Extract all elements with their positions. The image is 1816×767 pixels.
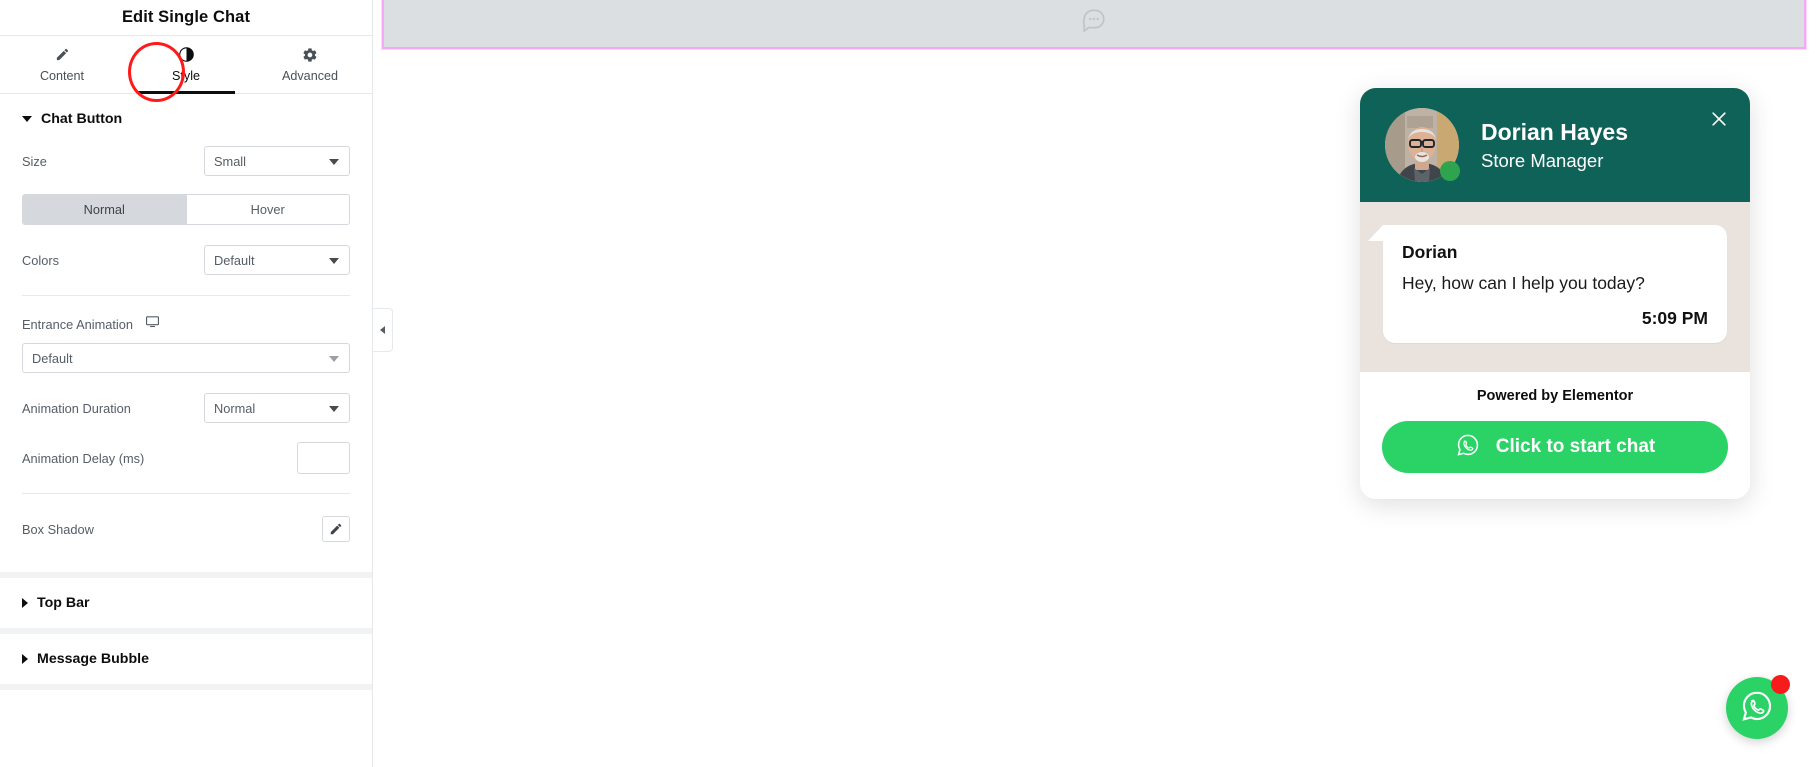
editor-canvas: Dorian Hayes Store Manager Dorian Hey, h…	[373, 0, 1816, 767]
panel-body: Chat Button Size Small Normal Hover Colo…	[0, 94, 372, 767]
chat-widget-header: Dorian Hayes Store Manager	[1360, 88, 1750, 202]
animation-duration-select[interactable]: Normal	[204, 393, 350, 423]
animation-delay-label: Animation Delay (ms)	[22, 450, 145, 466]
box-shadow-label: Box Shadow	[22, 521, 94, 537]
close-icon[interactable]	[1708, 108, 1730, 130]
section-message-bubble: Message Bubble	[0, 634, 372, 690]
chat-widget: Dorian Hayes Store Manager Dorian Hey, h…	[1360, 88, 1750, 500]
start-chat-button[interactable]: Click to start chat	[1382, 421, 1728, 474]
entrance-animation-label: Entrance Animation	[22, 316, 133, 332]
chat-messages: Dorian Hey, how can I help you today? 5:…	[1360, 202, 1750, 373]
state-normal-button[interactable]: Normal	[23, 195, 186, 224]
online-status-indicator	[1440, 161, 1460, 181]
powered-by-label: Powered by Elementor	[1476, 388, 1634, 405]
chat-bubble-dots-icon	[1081, 6, 1107, 37]
tab-content[interactable]: Content	[0, 36, 124, 93]
chevron-down-icon	[329, 258, 339, 264]
section-chat-button-title: Chat Button	[41, 111, 123, 127]
gear-icon	[302, 46, 318, 63]
tab-advanced-label: Advanced	[281, 69, 338, 84]
colors-select[interactable]: Default	[204, 245, 350, 275]
section-chat-button: Chat Button Size Small Normal Hover Colo…	[0, 94, 372, 578]
desktop-icon[interactable]	[145, 314, 160, 334]
page-title: Edit Single Chat	[121, 8, 251, 26]
contact-role: Store Manager	[1481, 149, 1604, 171]
panel-header: Edit Single Chat	[0, 0, 372, 36]
chevron-left-icon	[380, 326, 385, 334]
message-time: 5:09 PM	[1641, 308, 1708, 329]
section-chat-button-content: Size Small Normal Hover Colors Default E…	[0, 144, 372, 572]
panel-tabs: Content Style Advanced	[0, 36, 372, 94]
control-animation-duration: Animation Duration Normal	[22, 391, 350, 425]
message-bubble: Dorian Hey, how can I help you today? 5:…	[1368, 225, 1727, 344]
colors-value: Default	[214, 252, 255, 268]
animation-duration-label: Animation Duration	[22, 400, 131, 416]
animation-duration-value: Normal	[214, 400, 256, 416]
chevron-down-icon	[329, 406, 339, 412]
divider	[22, 493, 350, 494]
section-top-bar: Top Bar	[0, 578, 372, 634]
control-box-shadow: Box Shadow	[22, 512, 350, 546]
section-message-bubble-header[interactable]: Message Bubble	[0, 634, 372, 684]
tab-advanced[interactable]: Advanced	[248, 36, 372, 93]
notification-badge	[1771, 675, 1790, 694]
chevron-down-icon	[329, 356, 339, 362]
box-shadow-edit-button[interactable]	[322, 516, 350, 542]
size-select[interactable]: Small	[204, 146, 350, 176]
panel-collapse-handle[interactable]	[373, 308, 393, 352]
whatsapp-icon	[1455, 432, 1481, 463]
contrast-icon	[178, 46, 195, 63]
control-size: Size Small	[22, 144, 350, 178]
contact-info: Dorian Hayes Store Manager	[1481, 120, 1628, 171]
message-text: Hey, how can I help you today?	[1402, 273, 1645, 293]
colors-label: Colors	[22, 252, 59, 268]
message-sender: Dorian	[1402, 242, 1458, 262]
avatar-wrapper	[1385, 108, 1460, 182]
section-top-bar-header[interactable]: Top Bar	[0, 578, 372, 628]
tab-style-label: Style	[172, 69, 200, 84]
editor-panel: Edit Single Chat Content Style Advanced …	[0, 0, 373, 767]
chevron-down-icon	[22, 116, 32, 122]
start-chat-label: Click to start chat	[1495, 436, 1656, 458]
entrance-animation-value: Default	[32, 350, 73, 366]
selected-widget-outline[interactable]	[381, 0, 1807, 50]
animation-delay-input[interactable]	[297, 442, 350, 474]
entrance-animation-select[interactable]: Default	[22, 343, 350, 373]
section-chat-button-header[interactable]: Chat Button	[0, 94, 372, 144]
section-message-bubble-title: Message Bubble	[37, 651, 149, 667]
chevron-down-icon	[329, 159, 339, 165]
state-toggle: Normal Hover	[22, 194, 350, 225]
section-top-bar-title: Top Bar	[37, 595, 90, 611]
chat-widget-footer: Powered by Elementor Click to start chat	[1360, 372, 1750, 500]
tab-style[interactable]: Style	[124, 36, 248, 93]
control-animation-delay: Animation Delay (ms)	[22, 441, 350, 475]
entrance-animation-label-row: Entrance Animation	[22, 314, 350, 334]
tab-content-label: Content	[39, 69, 85, 84]
size-value: Small	[214, 153, 246, 169]
pencil-icon	[55, 46, 70, 63]
chevron-right-icon	[22, 654, 28, 664]
divider	[22, 295, 350, 296]
size-label: Size	[22, 153, 47, 169]
state-hover-button[interactable]: Hover	[185, 195, 349, 224]
contact-name: Dorian Hayes	[1481, 118, 1629, 145]
control-colors: Colors Default	[22, 243, 350, 277]
whatsapp-icon	[1739, 688, 1775, 729]
elementor-editor: Edit Single Chat Content Style Advanced …	[0, 0, 1816, 767]
floating-chat-button[interactable]	[1726, 675, 1790, 739]
chevron-right-icon	[22, 598, 28, 608]
